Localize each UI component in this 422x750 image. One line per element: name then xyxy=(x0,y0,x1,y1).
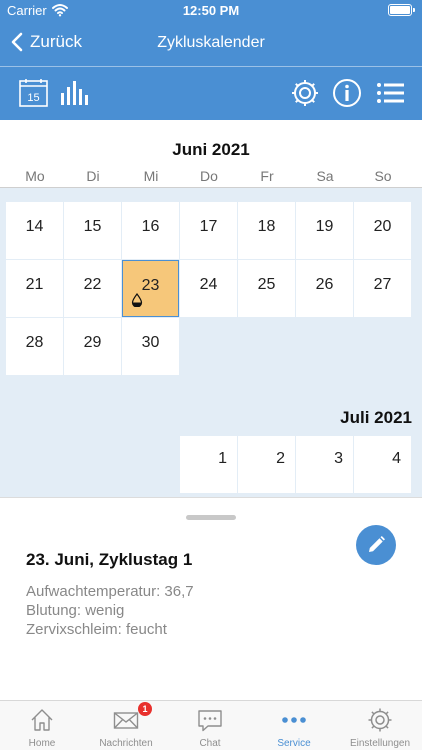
calendar-day[interactable]: 4 xyxy=(354,436,411,493)
sheet-grabber[interactable] xyxy=(186,515,236,520)
calendar-day[interactable]: 30 xyxy=(122,318,179,375)
tab-chat-label: Chat xyxy=(199,738,221,749)
calendar-day[interactable]: 21 xyxy=(6,260,63,317)
pencil-icon xyxy=(369,536,385,552)
weekday-label: Do xyxy=(200,168,218,184)
calendar-day[interactable]: 28 xyxy=(6,318,63,375)
unread-badge: 1 xyxy=(138,702,152,716)
battery-icon xyxy=(388,4,415,16)
page-title: Zykluskalender xyxy=(157,34,265,51)
calendar-area: 14 15 16 17 18 19 20 21 22 23 24 25 26 2… xyxy=(0,120,422,498)
tab-nachrichten-label: Nachrichten xyxy=(99,738,153,749)
tab-einstellungen[interactable]: Einstellungen xyxy=(338,701,422,750)
toolbar: 15 xyxy=(0,67,422,120)
bleeding-drop-icon xyxy=(131,293,143,307)
calendar-icon-day: 15 xyxy=(27,92,39,104)
tab-home[interactable]: Home xyxy=(0,701,84,750)
calendar-day[interactable]: 19 xyxy=(296,202,353,259)
list-icon[interactable] xyxy=(374,77,406,109)
calendar-day[interactable]: 17 xyxy=(180,202,237,259)
calendar-day-selected[interactable]: 23 xyxy=(122,260,179,317)
tab-einstellungen-label: Einstellungen xyxy=(349,738,411,749)
calendar-day[interactable]: 25 xyxy=(238,260,295,317)
detail-title: 23. Juni, Zyklustag 1 xyxy=(26,550,193,569)
calendar-day[interactable]: 16 xyxy=(122,202,179,259)
weekday-label: Mo xyxy=(25,168,45,184)
month-title-june: Juni 2021 xyxy=(172,140,250,159)
header-divider xyxy=(0,187,422,188)
house-icon xyxy=(31,709,53,731)
info-icon[interactable] xyxy=(331,77,363,109)
detail-bleeding: Blutung: wenig xyxy=(26,602,125,619)
month-header: Juni 2021 Mo Di Mi Do Fr Sa So xyxy=(0,120,422,188)
calendar-day[interactable]: 22 xyxy=(64,260,121,317)
envelope-icon xyxy=(113,712,139,729)
bar-chart-icon[interactable] xyxy=(58,77,90,109)
calendar-day[interactable]: 24 xyxy=(180,260,237,317)
tab-home-label: Home xyxy=(28,738,56,749)
gear-icon xyxy=(368,708,392,732)
calendar-day[interactable]: 26 xyxy=(296,260,353,317)
calendar-day[interactable]: 29 xyxy=(64,318,121,375)
calendar-icon[interactable]: 15 xyxy=(18,77,50,109)
navigation-bar: Zurück Zykluskalender xyxy=(0,22,422,66)
calendar-day[interactable]: 15 xyxy=(64,202,121,259)
calendar-day[interactable]: 3 xyxy=(296,436,353,493)
day-detail-sheet: 23. Juni, Zyklustag 1 Aufwachtemperatur:… xyxy=(0,497,422,700)
calendar-day[interactable]: 27 xyxy=(354,260,411,317)
tab-nachrichten[interactable]: Nachrichten xyxy=(84,701,168,750)
calendar-day[interactable]: 20 xyxy=(354,202,411,259)
gear-icon[interactable] xyxy=(289,77,321,109)
month-title-july: Juli 2021 xyxy=(340,408,412,427)
calendar-day[interactable]: 14 xyxy=(6,202,63,259)
clock: 12:50 PM xyxy=(182,3,240,18)
tab-service-label: Service xyxy=(277,738,311,749)
tab-chat[interactable]: Chat xyxy=(168,701,252,750)
weekday-label: Sa xyxy=(316,168,334,184)
calendar-day[interactable]: 2 xyxy=(238,436,295,493)
more-dots-icon xyxy=(282,717,306,723)
detail-temperature: Aufwachtemperatur: 36,7 xyxy=(26,583,194,600)
calendar-day[interactable]: 18 xyxy=(238,202,295,259)
weekday-label: Mi xyxy=(143,168,159,184)
calendar-day[interactable]: 1 xyxy=(180,436,237,493)
weekday-label: So xyxy=(374,168,392,184)
chat-bubble-icon xyxy=(198,710,222,732)
tab-bar: Home Nachrichten 1 Chat Service Einstell… xyxy=(0,700,422,750)
detail-cervical-mucus: Zervixschleim: feucht xyxy=(26,621,167,638)
tab-service[interactable]: Service xyxy=(252,701,336,750)
weekday-row: Mo Di Mi Do Fr Sa So xyxy=(6,168,412,184)
weekday-label: Fr xyxy=(260,168,274,184)
status-bar: Carrier 12:50 PM xyxy=(0,0,422,22)
weekday-label: Di xyxy=(86,168,100,184)
edit-button[interactable] xyxy=(356,525,396,565)
